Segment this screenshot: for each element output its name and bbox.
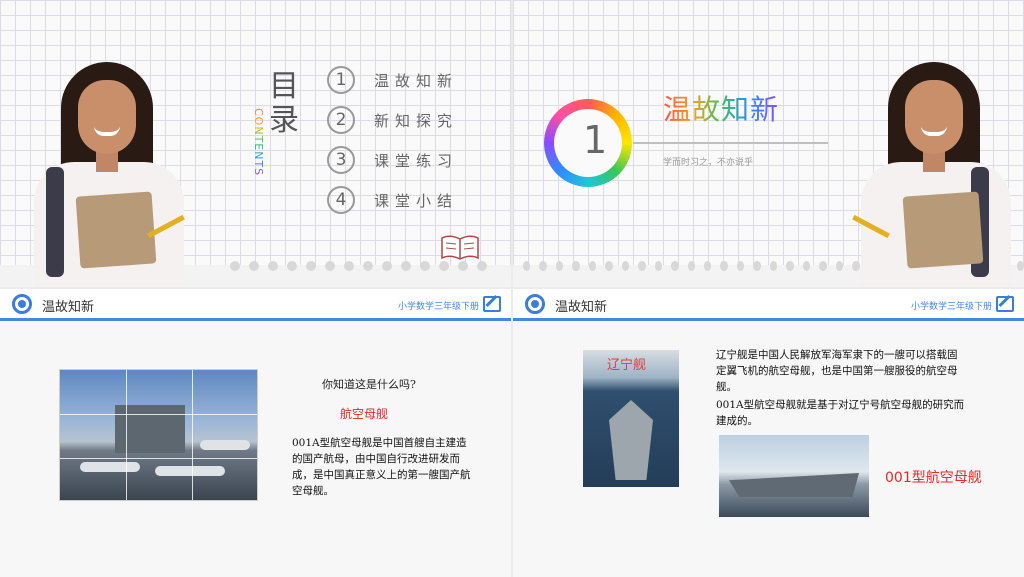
toc-item-4[interactable]: 4 课堂小结 — [327, 186, 458, 214]
edit-icon[interactable] — [996, 296, 1014, 312]
answer-text: 航空母舰 — [340, 407, 389, 421]
toc-label: 温故知新 — [374, 71, 459, 90]
question-text: 你知道这是什么吗? — [322, 378, 416, 391]
toc-item-1[interactable]: 1 温故知新 — [327, 66, 458, 94]
liaoning-photo: 辽宁舰 — [583, 350, 679, 487]
toc-number: 4 — [327, 186, 355, 214]
slide-aircraft-carrier[interactable]: 温故知新 小学数学三年级下册 你知道这是什么吗? 航空母舰 001A型航空母舰是… — [0, 289, 511, 577]
toc-number: 2 — [327, 106, 355, 134]
slide-grid: 目录 CONTENTS 1 温故知新 2 新知探究 3 课堂练习 4 课堂小结 — [0, 0, 1024, 577]
slide-header: 温故知新 小学数学三年级下册 — [513, 289, 1024, 321]
header-course: 小学数学三年级下册 — [910, 302, 992, 312]
section-number: 1 — [583, 118, 608, 162]
book-icon — [441, 235, 479, 260]
slide-liaoning[interactable]: 温故知新 小学数学三年级下册 辽宁舰 辽宁舰是中国人民解放军海军隶下的一艘可以搭… — [513, 289, 1024, 577]
toc-title: 目录 — [269, 69, 299, 138]
toc-number: 3 — [327, 146, 355, 174]
edit-icon[interactable] — [483, 296, 501, 312]
header-course: 小学数学三年级下册 — [397, 302, 479, 312]
liaoning-label: 辽宁舰 — [607, 358, 647, 373]
toc-item-3[interactable]: 3 课堂练习 — [327, 146, 458, 174]
slide-toc[interactable]: 目录 CONTENTS 1 温故知新 2 新知探究 3 课堂练习 4 课堂小结 — [0, 0, 511, 287]
slide-header: 温故知新 小学数学三年级下册 — [0, 289, 511, 321]
target-icon — [12, 294, 32, 314]
section-title: 温故知新 — [663, 88, 779, 128]
toc-item-2[interactable]: 2 新知探究 — [327, 106, 458, 134]
section-subtitle: 学而时习之，不亦说乎 — [663, 158, 754, 168]
toc-label: 新知探究 — [374, 111, 459, 130]
carrier-001-label: 001型航空母舰 — [885, 470, 982, 486]
carrier-001-photo — [719, 435, 869, 517]
toc-label: 课堂练习 — [374, 151, 459, 170]
contents-word: CONTENTS — [252, 108, 265, 177]
paragraph-2: 001A型航空母舰就是基于对辽宁号航空母舰的研究而建成的。 — [716, 399, 965, 427]
target-icon — [525, 294, 545, 314]
divider — [633, 142, 828, 144]
header-title: 温故知新 — [555, 300, 608, 315]
carrier-photo — [59, 369, 258, 501]
toc-number: 1 — [327, 66, 355, 94]
header-title: 温故知新 — [42, 300, 95, 315]
toc-label: 课堂小结 — [374, 191, 459, 210]
student-photo — [843, 62, 1023, 287]
slide-section-cover[interactable]: 1 温故知新 学而时习之，不亦说乎 — [513, 0, 1024, 287]
description-text: 001A型航空母舰是中国首艘自主建造的国产航母，由中国自行改进研发而成，是中国真… — [292, 437, 471, 497]
paragraph-1: 辽宁舰是中国人民解放军海军隶下的一艘可以搭载固定翼飞机的航空母舰，也是中国第一艘… — [716, 349, 958, 393]
student-photo — [16, 62, 196, 287]
